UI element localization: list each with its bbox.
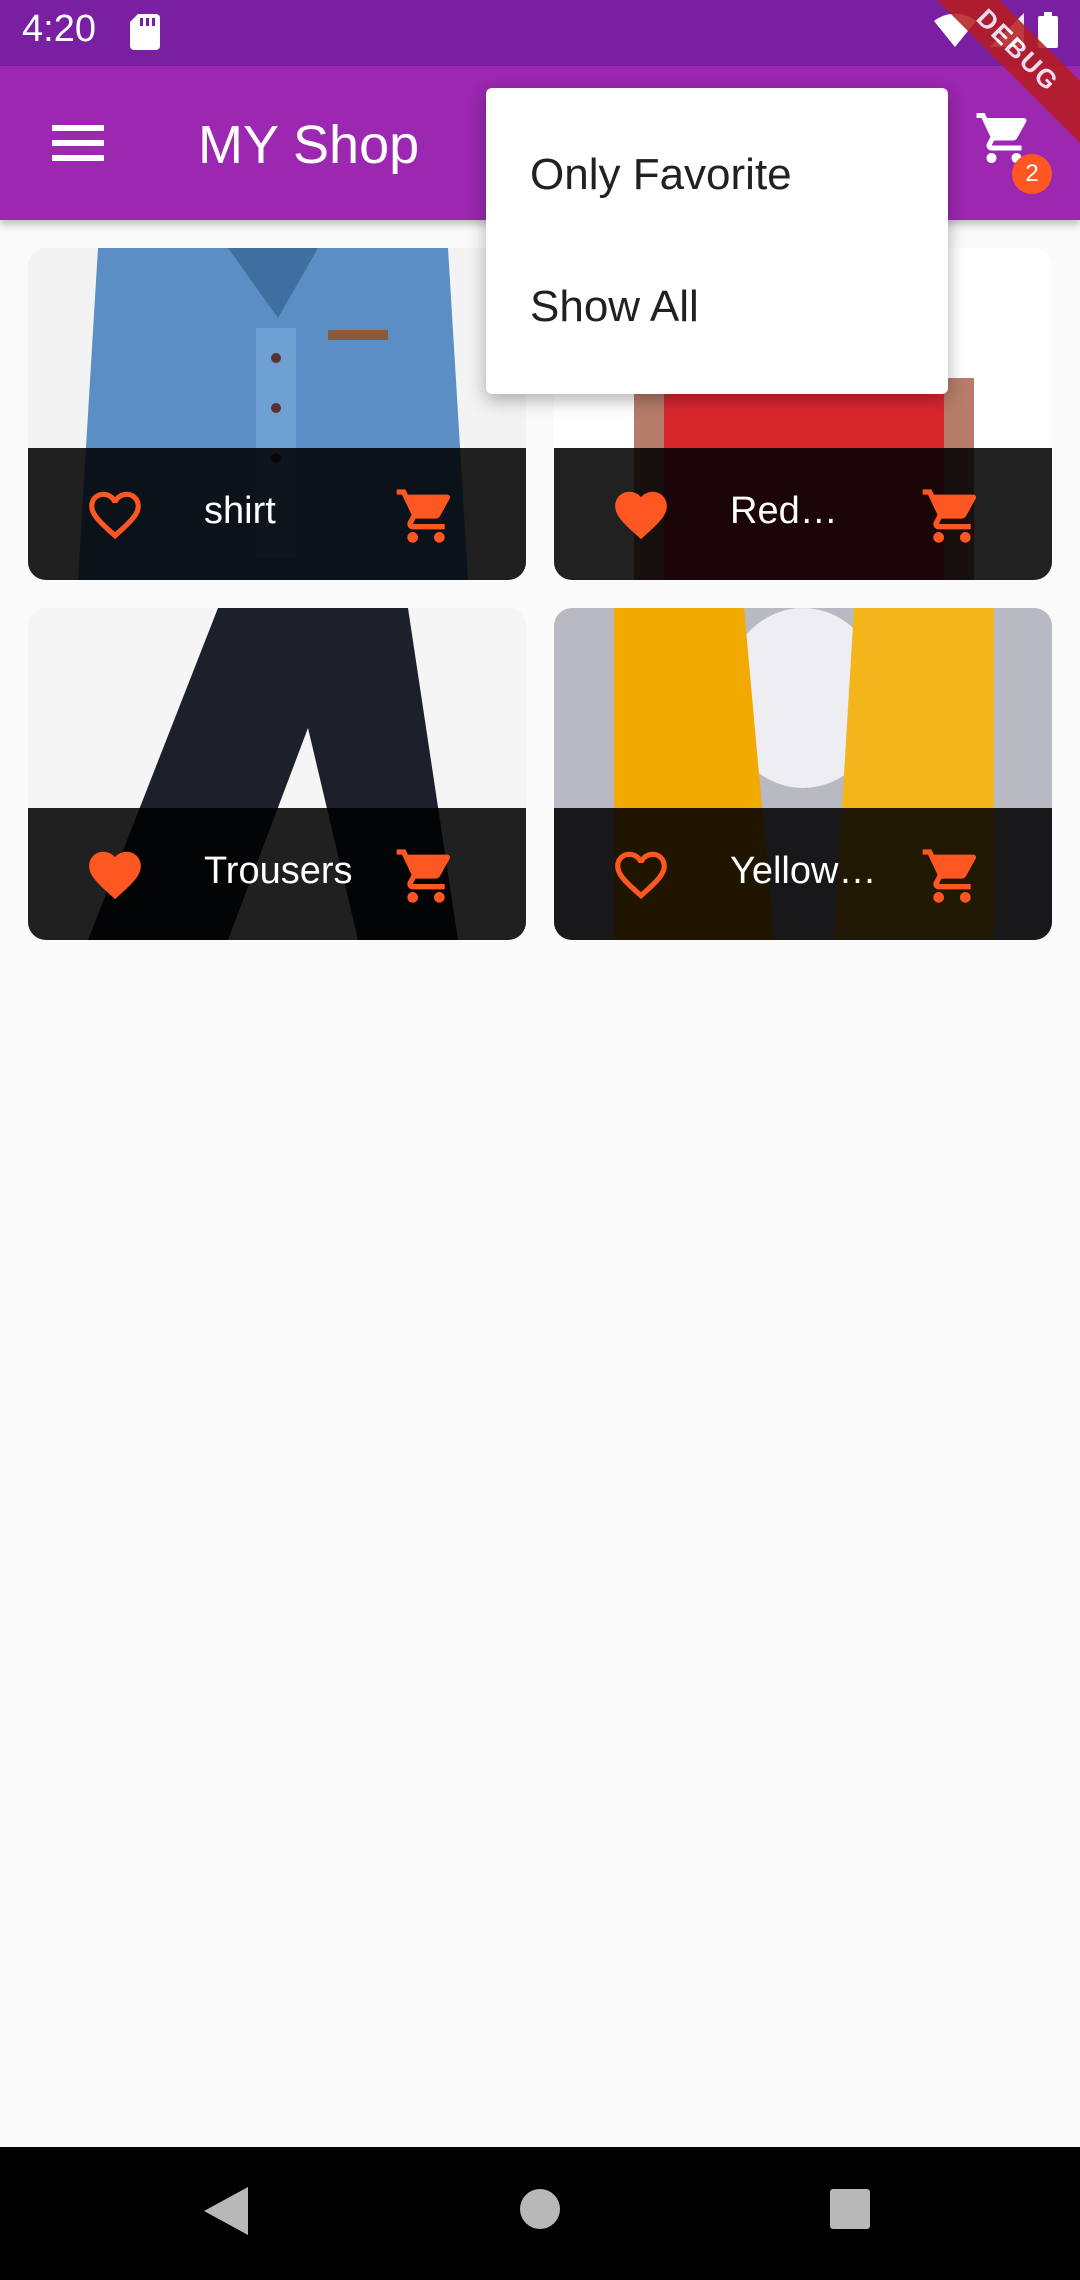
back-icon[interactable] xyxy=(204,2187,248,2240)
page-title: MY Shop xyxy=(198,115,420,175)
product-title: Yellow Scarf xyxy=(730,850,880,892)
sd-card-icon xyxy=(130,14,160,55)
menu-item-only-favorite[interactable]: Only Favorite xyxy=(530,150,792,200)
add-to-cart-icon[interactable] xyxy=(920,844,984,908)
home-icon[interactable] xyxy=(518,2187,562,2236)
cart-badge: 2 xyxy=(1012,154,1052,194)
product-footer: Yellow Scarf xyxy=(554,808,1052,940)
product-card[interactable]: Trousers xyxy=(28,608,526,940)
add-to-cart-icon[interactable] xyxy=(394,844,458,908)
status-bar: 4:20 xyxy=(0,0,1080,66)
product-title: Red Shirt xyxy=(730,490,840,532)
product-card[interactable]: Yellow Scarf xyxy=(554,608,1052,940)
favorite-outline-icon[interactable] xyxy=(610,844,672,906)
favorite-filled-icon[interactable] xyxy=(84,844,146,906)
menu-item-show-all[interactable]: Show All xyxy=(530,282,699,332)
favorite-outline-icon[interactable] xyxy=(84,484,146,546)
product-title: shirt xyxy=(204,490,276,532)
filter-popup-menu: Only Favorite Show All xyxy=(486,88,948,394)
favorite-filled-icon[interactable] xyxy=(610,484,672,546)
system-nav-bar xyxy=(0,2147,1080,2280)
product-footer: Trousers xyxy=(28,808,526,940)
status-time: 4:20 xyxy=(22,8,96,50)
add-to-cart-icon[interactable] xyxy=(394,484,458,548)
menu-icon[interactable] xyxy=(38,111,118,175)
add-to-cart-icon[interactable] xyxy=(920,484,984,548)
product-footer: Red Shirt xyxy=(554,448,1052,580)
recents-icon[interactable] xyxy=(828,2187,872,2236)
product-title: Trousers xyxy=(204,850,353,892)
product-card[interactable]: shirt xyxy=(28,248,526,580)
product-footer: shirt xyxy=(28,448,526,580)
